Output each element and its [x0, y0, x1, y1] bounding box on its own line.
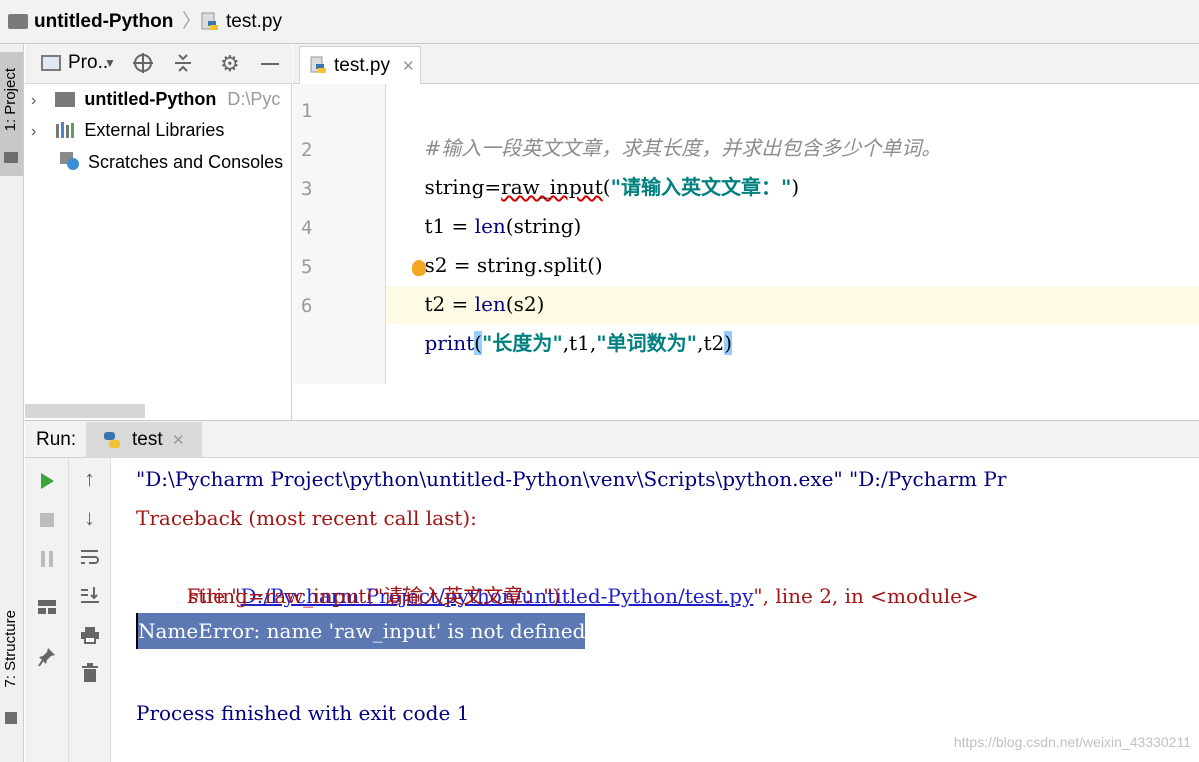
print-icon[interactable] [69, 620, 110, 650]
editor-tab-test-py[interactable]: test.py ✕ [299, 46, 421, 84]
run-toolbar-left [25, 458, 69, 762]
run-panel-header: Run: test ✕ [25, 420, 1199, 458]
python-icon [102, 430, 122, 455]
line-number: 6 [301, 295, 313, 317]
breadcrumb-project[interactable]: untitled-Python [34, 0, 173, 44]
layout-icon[interactable] [25, 592, 68, 622]
scratches-icon [59, 150, 81, 180]
arrow-down-icon[interactable]: ↓ [69, 503, 110, 533]
folder-icon [8, 14, 28, 29]
collapse-all-icon[interactable] [173, 52, 193, 79]
editor-tab-bar: test.py ✕ [293, 44, 1199, 84]
console-text: ", line 2, in <module> [753, 584, 979, 608]
string-literal: "长度为" [481, 331, 563, 355]
arrow-up-icon[interactable]: ↑ [69, 464, 110, 494]
locate-icon[interactable] [132, 52, 154, 79]
tree-item-path: D:\Pyc [227, 89, 281, 109]
tree-item-external-libraries[interactable]: › External Libraries [31, 115, 224, 145]
structure-tool-tab[interactable]: 7: Structure [0, 604, 23, 734]
library-icon [55, 117, 77, 147]
tree-item-project-root[interactable]: › untitled-Python D:\Pyc [31, 84, 280, 114]
folder-icon [4, 152, 18, 163]
python-file-icon [310, 56, 328, 81]
project-view-icon [41, 55, 61, 71]
watermark-text: https://blog.csdn.net/weixin_43330211 [953, 734, 1191, 750]
line-number: 4 [301, 217, 313, 239]
python-file-icon [200, 12, 220, 37]
soft-wrap-icon[interactable] [69, 542, 110, 572]
code-token: ( [602, 175, 611, 199]
trash-icon[interactable] [69, 658, 110, 688]
project-tool-tab[interactable]: 1: Project [0, 52, 23, 176]
structure-tab-label: 7: Structure [2, 610, 19, 688]
builtin-token: print [424, 331, 475, 355]
run-console[interactable]: "D:\Pycharm Project\python\untitled-Pyth… [111, 458, 1199, 762]
pause-icon[interactable] [25, 544, 68, 574]
rerun-icon[interactable] [25, 466, 68, 496]
tree-item-scratches[interactable]: Scratches and Consoles [59, 147, 283, 177]
breadcrumb: untitled-Python 〉 test.py [0, 0, 1199, 44]
code-token: ) [791, 175, 800, 199]
left-tool-strip: 1: Project 7: Structure [0, 44, 24, 762]
run-toolbar-right: ↑ ↓ [69, 458, 111, 762]
tree-item-label: External Libraries [84, 120, 225, 140]
project-tab-label: 1: Project [2, 68, 19, 132]
gear-icon[interactable]: ⚙ [220, 51, 240, 77]
code-editor[interactable]: 1 2 3 4 5 6 #输入一段英文文章，求其长度，并求出包含多少个单词。 s… [293, 84, 1199, 420]
console-command-line: "D:\Pycharm Project\python\untitled-Pyth… [136, 467, 1007, 491]
folder-icon [55, 92, 76, 107]
close-icon[interactable]: ✕ [402, 57, 415, 75]
line-number: 3 [301, 178, 313, 200]
line-number: 1 [301, 100, 313, 122]
run-tab-label: test [132, 429, 163, 450]
code-line-6: print("长度为",t1,"单词数为",t2) [399, 285, 733, 402]
lightbulb-icon[interactable] [412, 260, 426, 276]
project-toolbar: Pro.. ▼ ⚙ [25, 44, 292, 84]
code-token: ,t1, [562, 331, 597, 355]
console-exit-line: Process finished with exit code 1 [136, 701, 470, 725]
chevron-right-icon[interactable]: › [31, 92, 36, 109]
horizontal-scrollbar[interactable] [25, 404, 145, 418]
line-number: 5 [301, 256, 313, 278]
code-token: ,t2 [697, 331, 725, 355]
close-icon[interactable]: ✕ [172, 431, 185, 449]
console-traceback: Traceback (most recent call last): [136, 506, 477, 530]
tree-item-label: untitled-Python [84, 89, 217, 109]
chevron-right-icon[interactable]: › [31, 123, 36, 140]
tree-item-label: Scratches and Consoles [88, 152, 284, 172]
string-literal: "请输入英文文章：" [610, 175, 792, 199]
project-view-selector[interactable]: Pro.. [68, 52, 108, 74]
console-error-line: NameError: name 'raw_input' is not defin… [136, 613, 586, 649]
minimize-icon[interactable] [261, 63, 279, 65]
pin-icon[interactable] [25, 642, 68, 672]
scroll-to-end-icon[interactable] [69, 580, 110, 610]
line-gutter: 1 2 3 4 5 6 [293, 84, 386, 384]
console-file-line: File "D:/Pycharm Project/python/untitled… [161, 538, 978, 608]
string-literal: "单词数为" [596, 331, 698, 355]
matched-paren: ) [724, 331, 733, 355]
project-panel: Pro.. ▼ ⚙ › untitled-Python D:\Pyc › Ext… [25, 44, 292, 420]
structure-icon [5, 712, 17, 724]
run-label: Run: [36, 429, 77, 450]
chevron-right-icon: 〉 [182, 11, 202, 32]
console-source-line: string=raw_input("请输入英文文章：") [188, 584, 561, 608]
line-number: 2 [301, 139, 313, 161]
matched-paren: ( [474, 331, 482, 355]
run-tab-test[interactable]: test ✕ [86, 422, 202, 458]
stop-icon[interactable] [25, 505, 68, 535]
tab-label: test.py [334, 55, 390, 76]
chevron-down-icon[interactable]: ▼ [104, 56, 116, 70]
breadcrumb-file[interactable]: test.py [226, 0, 282, 44]
